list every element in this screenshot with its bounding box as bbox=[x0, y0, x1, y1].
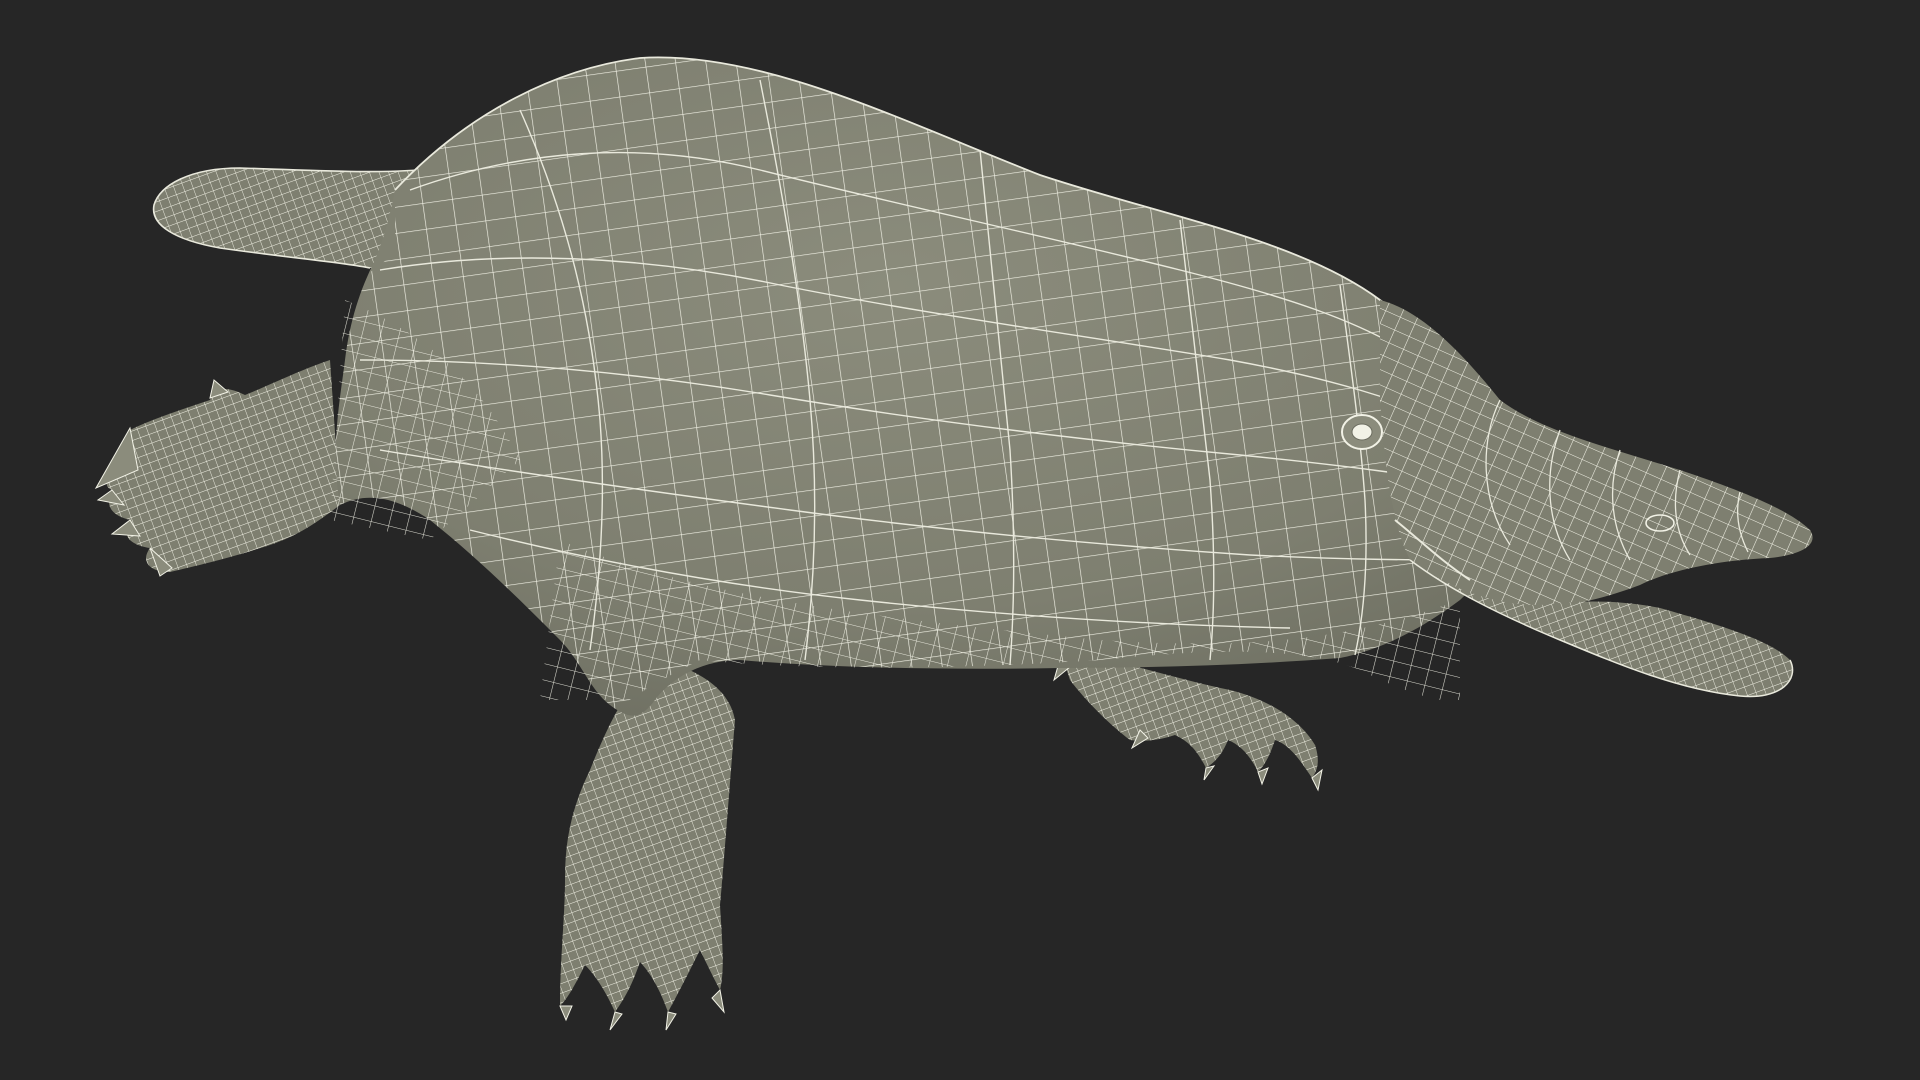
platypus-wireframe-render bbox=[94, 56, 1813, 1031]
rear-left-foot bbox=[94, 360, 341, 577]
viewport bbox=[0, 0, 1920, 1080]
front-right-foot bbox=[1053, 650, 1323, 792]
head bbox=[1341, 300, 1813, 607]
front-left-foot bbox=[559, 660, 735, 1031]
eye bbox=[1341, 414, 1383, 450]
